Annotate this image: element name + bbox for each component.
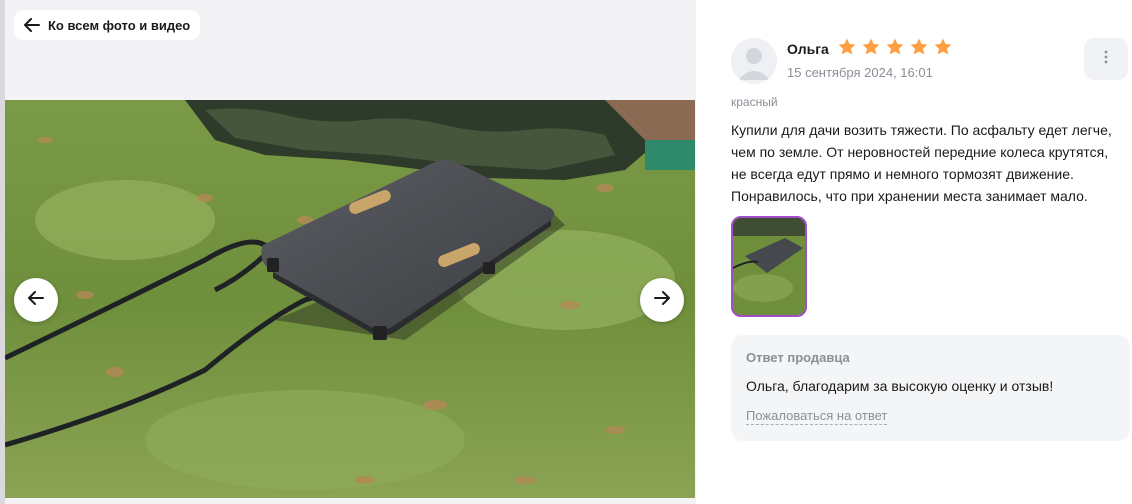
review-photo	[5, 100, 695, 498]
user-icon	[738, 48, 770, 80]
photo-thumbnail[interactable]	[731, 216, 807, 317]
previous-photo-button[interactable]	[14, 278, 58, 322]
next-photo-button[interactable]	[640, 278, 684, 322]
more-options-button[interactable]	[1084, 38, 1128, 80]
seller-response-text: Ольга, благодарим за высокую оценку и от…	[746, 378, 1054, 394]
review-text-line: чем по земле. От неровностей передние ко…	[731, 144, 1109, 160]
star-icon	[862, 38, 880, 55]
seller-response-title: Ответ продавца	[746, 350, 850, 365]
review-text-line: Понравилось, что при хранении места зани…	[731, 188, 1088, 204]
review-author: Ольга	[787, 41, 829, 57]
back-link-label: Ко всем фото и видео	[48, 17, 191, 33]
avatar	[731, 38, 777, 84]
review-panel: Ольга 15 сентября 2024, 16:01 красный Ку…	[696, 0, 1132, 504]
report-response-link[interactable]: Пожаловаться на ответ	[746, 408, 888, 425]
review-text-line: не всегда едут прямо и немного тормозят …	[731, 166, 1074, 182]
star-icon	[934, 38, 952, 55]
review-text-line: Купили для дачи возить тяжести. По асфал…	[731, 122, 1112, 138]
product-variant: красный	[731, 95, 778, 109]
arrow-left-icon	[28, 290, 44, 310]
arrow-left-icon	[24, 18, 40, 32]
review-text: Купили для дачи возить тяжести. По асфал…	[731, 119, 1131, 207]
star-icon	[886, 38, 904, 55]
more-vertical-icon	[1104, 50, 1108, 69]
back-to-all-media-link[interactable]: Ко всем фото и видео	[14, 10, 201, 40]
arrow-right-icon	[654, 290, 670, 310]
photo-viewer: Ко всем фото и видео	[0, 0, 696, 504]
rating-stars	[837, 37, 953, 57]
review-date: 15 сентября 2024, 16:01	[787, 65, 933, 80]
star-icon	[838, 38, 856, 55]
seller-response: Ответ продавца Ольга, благодарим за высо…	[731, 335, 1130, 441]
star-icon	[910, 38, 928, 55]
